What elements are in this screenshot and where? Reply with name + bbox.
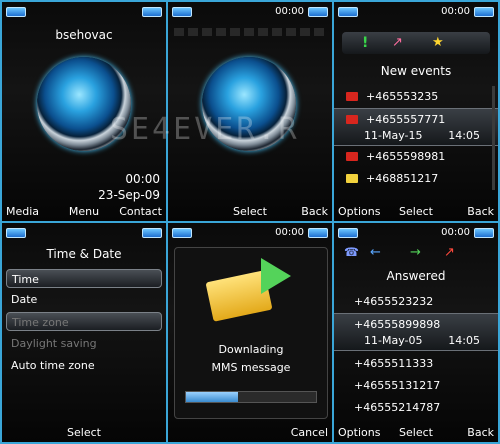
soft-keys: Select Back <box>168 203 332 221</box>
dialog-box: Downlading MMS message <box>174 247 328 419</box>
signal-icon <box>172 7 192 17</box>
list-item[interactable]: +46555214787 <box>354 397 498 419</box>
event-number: +4655598981 <box>366 150 446 163</box>
soft-keys: Options Select Back <box>334 424 498 442</box>
new-events-screen: 00:00 ! ↗ ★ New events +465553235 +46555… <box>334 2 498 221</box>
status-bar: 00:00 <box>334 2 498 22</box>
time-date-screen: Time & Date Time Date Time zone Daylight… <box>2 223 166 442</box>
list-item[interactable]: +4655598981 <box>334 146 498 168</box>
list-item-selected[interactable]: +46555899898 11-May-05 14:05 <box>334 313 498 351</box>
status-clock: 00:00 <box>441 227 470 238</box>
download-progress-bar <box>185 391 317 403</box>
missed-call-icon <box>346 92 358 101</box>
menu-item-time-zone[interactable]: Time zone <box>6 312 162 331</box>
soft-keys: Media Menu Contact <box>2 203 166 221</box>
status-bar: 00:00 <box>168 223 332 243</box>
call-time: 14:05 <box>448 334 480 347</box>
status-bar <box>2 223 166 243</box>
status-bar: 00:00 <box>168 2 332 22</box>
incoming-arrow-icon[interactable]: ← <box>370 245 381 260</box>
operator-name: bsehovac <box>55 28 113 42</box>
status-clock: 00:00 <box>275 227 304 238</box>
menu-item-daylight-saving[interactable]: Daylight saving <box>6 334 162 353</box>
list-item[interactable]: +4655511333 <box>354 353 498 375</box>
list-item[interactable]: +465553235 <box>334 86 498 108</box>
list-item[interactable]: +468851217 <box>334 168 498 190</box>
missed-call-icon <box>346 152 358 161</box>
list-item[interactable]: +46555131217 <box>354 375 498 397</box>
outgoing-arrow-icon[interactable]: → <box>410 245 421 260</box>
list-item[interactable]: +4655523232 <box>354 291 498 313</box>
signal-icon <box>338 228 358 238</box>
battery-icon <box>142 228 162 238</box>
download-line2: MMS message <box>211 361 291 374</box>
important-icon[interactable]: ! <box>362 35 368 51</box>
softkey-back[interactable]: Back <box>467 205 494 218</box>
status-icons-row <box>174 28 326 36</box>
scrollbar[interactable] <box>492 86 495 190</box>
battery-icon <box>142 7 162 17</box>
event-date: 11-May-15 <box>364 129 423 142</box>
menu-item-date[interactable]: Date <box>6 290 162 309</box>
soft-keys: Options Select Back <box>334 203 498 221</box>
call-date: 11-May-05 <box>364 334 423 347</box>
status-clock: 00:00 <box>275 6 304 17</box>
softkey-cancel[interactable]: Cancel <box>291 426 328 439</box>
menu-item-time[interactable]: Time <box>6 269 162 288</box>
events-title: New events <box>380 64 452 78</box>
status-clock: 00:00 <box>441 6 470 17</box>
softkey-back[interactable]: Back <box>301 205 328 218</box>
signal-icon <box>338 7 358 17</box>
missed-call-icon[interactable]: ↗ <box>392 35 403 50</box>
watermark: SE4EVER.R <box>110 112 300 147</box>
message-icon <box>346 174 358 183</box>
send-arrow-icon <box>261 258 291 294</box>
page-title: Time & Date <box>46 247 122 261</box>
answered-calls-screen: 00:00 ☎ ← → ↗ Answered +4655523232 +4655… <box>334 223 498 442</box>
signal-icon <box>6 228 26 238</box>
progress-fill <box>186 392 238 402</box>
battery-icon <box>474 7 494 17</box>
signal-icon <box>6 7 26 17</box>
softkey-select[interactable]: Select <box>2 426 166 439</box>
download-line1: Downlading <box>218 343 284 356</box>
tab-strip: ☎ ← → ↗ <box>340 245 492 265</box>
soft-keys: Select <box>2 424 166 442</box>
battery-icon <box>308 7 328 17</box>
signal-icon <box>172 228 192 238</box>
softkey-contact[interactable]: Contact <box>119 205 162 218</box>
battery-icon <box>474 228 494 238</box>
mms-download-screen: 00:00 Downlading MMS message Cancel <box>168 223 332 442</box>
status-bar: 00:00 <box>334 223 498 243</box>
soft-keys: Cancel <box>168 424 332 442</box>
status-bar <box>2 2 166 22</box>
missed-call-icon[interactable]: ↗ <box>444 245 455 260</box>
battery-icon <box>308 228 328 238</box>
softkey-back[interactable]: Back <box>467 426 494 439</box>
tab-strip: ! ↗ ★ <box>342 32 490 54</box>
standby-time: 00:00 <box>125 172 160 186</box>
standby-date: 23-Sep-09 <box>98 188 160 202</box>
list-item-selected[interactable]: +4655557771 11-May-15 14:05 <box>334 108 498 146</box>
event-number: +465553235 <box>366 90 439 103</box>
missed-call-icon <box>346 115 358 124</box>
event-time: 14:05 <box>448 129 480 142</box>
event-number: +468851217 <box>366 172 439 185</box>
screenshot-grid: bsehovac 00:00 23-Sep-09 Media Menu Cont… <box>0 0 500 444</box>
list-title: Answered <box>386 269 446 283</box>
star-icon[interactable]: ★ <box>432 35 444 50</box>
menu-item-auto-time-zone[interactable]: Auto time zone <box>6 356 162 375</box>
call-log-icon[interactable]: ☎ <box>344 245 359 259</box>
